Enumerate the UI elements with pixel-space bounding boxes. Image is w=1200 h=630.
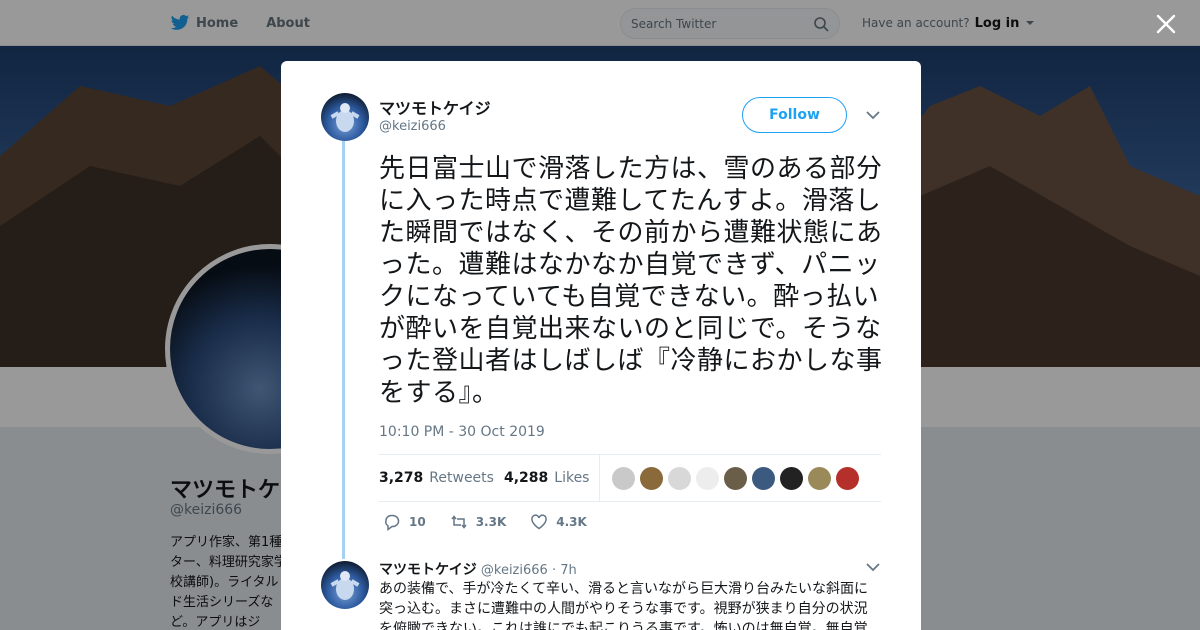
reply-count: 10 (409, 515, 426, 529)
retweets-stat[interactable]: 3,278 Retweets (379, 470, 494, 486)
author-name[interactable]: マツモトケイジ (379, 95, 491, 119)
tweet-timestamp[interactable]: 10:10 PM - 30 Oct 2019 (379, 424, 545, 440)
author-avatar[interactable] (321, 93, 369, 141)
reply-header: マツモトケイジ @keizi666 · 7h (379, 559, 577, 579)
astronaut-image (330, 571, 360, 600)
retweet-count: 3.3K (475, 515, 507, 529)
tweet-actions: 10 3.3K 4.3K (383, 513, 611, 531)
retweets-label: Retweets (429, 470, 494, 486)
reply-author-name[interactable]: マツモトケイジ (379, 562, 477, 578)
reply-icon (385, 514, 400, 531)
like-count: 4.3K (556, 515, 587, 529)
reply-author-avatar[interactable] (321, 561, 369, 609)
close-icon[interactable] (1156, 14, 1176, 34)
tweet-stats: 3,278 Retweets 4,288 Likes (379, 455, 881, 501)
liker-avatar[interactable] (808, 466, 832, 490)
retweet-action[interactable]: 3.3K (450, 513, 507, 531)
stats-separator (599, 455, 601, 501)
author-handle[interactable]: @keizi666 (379, 119, 446, 134)
tweet-text: 先日富士山で滑落した方は、雪のある部分に入った時点で遭難してたんすよ。滑落した瞬… (379, 154, 883, 408)
liker-avatar[interactable] (836, 466, 860, 490)
liker-avatar[interactable] (752, 466, 776, 490)
follow-button[interactable]: Follow (742, 97, 847, 133)
heart-icon (531, 514, 548, 530)
astronaut-image (330, 103, 360, 132)
tweet-modal: マツモトケイジ @keizi666 Follow 先日富士山で滑落した方は、雪の… (281, 61, 921, 630)
liker-avatar[interactable] (640, 466, 664, 490)
likes-count: 4,288 (503, 470, 549, 486)
reply-author-handle[interactable]: @keizi666 (481, 563, 548, 578)
liker-avatar[interactable] (696, 466, 720, 490)
retweet-icon (451, 515, 467, 529)
likes-label: Likes (554, 470, 590, 486)
retweets-count: 3,278 (379, 470, 424, 486)
reply-time[interactable]: · 7h (552, 563, 577, 578)
liker-avatar[interactable] (780, 466, 804, 490)
liker-avatar[interactable] (612, 466, 636, 490)
thread-line (342, 141, 345, 559)
like-action[interactable]: 4.3K (530, 513, 587, 531)
reply-text: あの装備で、手が冷たくて辛い、滑ると言いながら巨大滑り台みたいな斜面に突っ込む。… (379, 581, 869, 630)
likes-stat[interactable]: 4,288 Likes (504, 470, 590, 486)
chevron-down-icon[interactable] (866, 563, 880, 572)
liker-avatar[interactable] (724, 466, 748, 490)
liker-avatar[interactable] (668, 466, 692, 490)
chevron-down-icon[interactable] (866, 111, 880, 120)
divider (379, 501, 881, 502)
liker-avatars (612, 466, 860, 490)
reply-action[interactable]: 10 (383, 513, 426, 531)
